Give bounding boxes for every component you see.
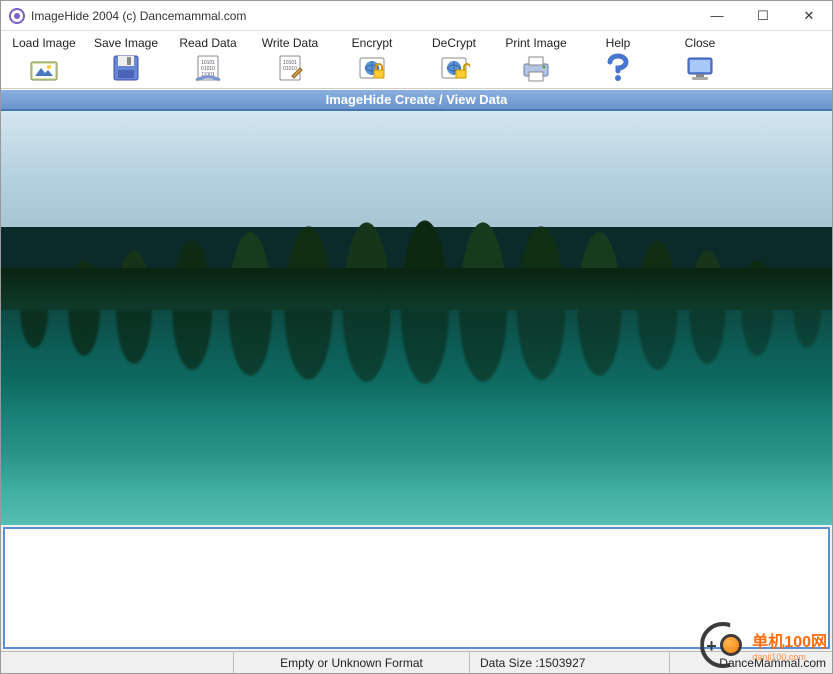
maximize-button[interactable]: ☐ [740, 1, 786, 30]
status-site: DanceMammal.com [669, 652, 832, 673]
tool-label: Close [685, 36, 716, 50]
tool-label: Write Data [262, 36, 318, 50]
status-data-size: Data Size : 1503927 [469, 652, 669, 673]
encrypt-button[interactable]: Encrypt [331, 33, 413, 86]
data-textarea[interactable] [3, 527, 830, 649]
tool-label: Load Image [12, 36, 75, 50]
floppy-disk-icon [110, 52, 142, 84]
image-preview [1, 111, 832, 525]
svg-text:01010: 01010 [283, 66, 297, 72]
status-format: Empty or Unknown Format [233, 652, 469, 673]
window-controls: — ☐ ✕ [694, 1, 832, 30]
monitor-icon [684, 52, 716, 84]
toolbar: Load Image Save Image Read Data 10101010… [1, 31, 832, 89]
window-title: ImageHide 2004 (c) Dancemammal.com [31, 9, 246, 23]
read-data-button[interactable]: Read Data 101010101011001 [167, 33, 249, 86]
tool-label: Encrypt [352, 36, 393, 50]
help-button[interactable]: Help [577, 33, 659, 86]
save-image-button[interactable]: Save Image [85, 33, 167, 86]
app-icon [9, 8, 25, 24]
close-window-button[interactable]: ✕ [786, 1, 832, 30]
tool-label: Help [606, 36, 631, 50]
printer-icon [520, 52, 552, 84]
print-image-button[interactable]: Print Image [495, 33, 577, 86]
statusbar: Empty or Unknown Format Data Size : 1503… [1, 651, 832, 673]
folder-image-icon [28, 52, 60, 84]
titlebar: ImageHide 2004 (c) Dancemammal.com — ☐ ✕ [1, 1, 832, 31]
document-write-icon: 1010101010 [274, 52, 306, 84]
document-read-icon: 101010101011001 [192, 52, 224, 84]
unlock-globe-icon [438, 52, 470, 84]
tool-label: Save Image [94, 36, 158, 50]
close-button[interactable]: Close [659, 33, 741, 86]
decrypt-button[interactable]: DeCrypt [413, 33, 495, 86]
banner-heading: ImageHide Create / View Data [1, 89, 832, 111]
tool-label: Read Data [179, 36, 236, 50]
minimize-button[interactable]: — [694, 1, 740, 30]
load-image-button[interactable]: Load Image [3, 33, 85, 86]
write-data-button[interactable]: Write Data 1010101010 [249, 33, 331, 86]
tool-label: Print Image [505, 36, 566, 50]
lock-globe-icon [356, 52, 388, 84]
tool-label: DeCrypt [432, 36, 476, 50]
question-icon [602, 52, 634, 84]
